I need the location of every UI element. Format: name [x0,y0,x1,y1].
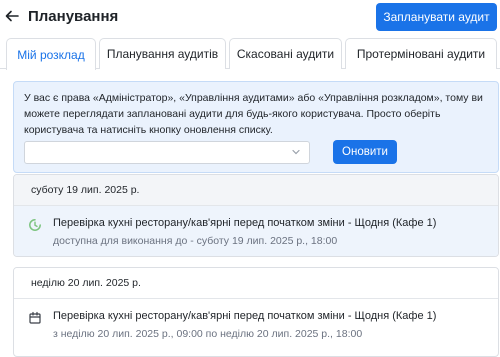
audit-availability: доступна для виконання до - суботу 19 ли… [53,235,338,247]
back-arrow-icon[interactable] [4,8,20,24]
calendar-icon [29,311,41,324]
tab-bar: Мій розклад Планування аудитів Скасовані… [0,38,500,70]
day-date: суботу 19 лип. 2025 р. [14,175,498,206]
permissions-message: У вас є права «Адміністратор», «Управлін… [24,92,483,136]
audit-title: Перевірка кухні ресторану/кав'ярні перед… [53,217,437,229]
tab-overdue-audits[interactable]: Протерміновані аудити [345,38,497,69]
page-title: Планування [28,8,119,25]
day-group: суботу 19 лип. 2025 р. Перевірка кухні р… [13,174,499,257]
tab-my-schedule[interactable]: Мій розклад [6,38,96,70]
day-group: неділю 20 лип. 2025 р. Перевірка кухні р… [13,267,499,357]
audit-list-item[interactable]: Перевірка кухні ресторану/кав'ярні перед… [14,206,498,256]
audit-list-item[interactable]: Перевірка кухні ресторану/кав'ярні перед… [14,299,498,351]
permissions-info-panel: У вас є права «Адміністратор», «Управлін… [13,81,499,173]
clock-icon [29,219,41,231]
tab-cancelled-audits[interactable]: Скасовані аудити [229,38,342,69]
page-header: Планування Запланувати аудит [0,0,500,36]
refresh-button[interactable]: Оновити [333,140,397,164]
audit-time-range: з неділю 20 лип. 2025 р., 09:00 по неділ… [53,328,363,340]
tab-audit-planning[interactable]: Планування аудитів [99,38,226,69]
chevron-down-icon [292,149,300,155]
schedule-audit-button[interactable]: Запланувати аудит [376,3,497,31]
day-date: неділю 20 лип. 2025 р. [14,268,498,299]
audit-title: Перевірка кухні ресторану/кав'ярні перед… [53,310,437,322]
user-select[interactable] [24,141,310,164]
